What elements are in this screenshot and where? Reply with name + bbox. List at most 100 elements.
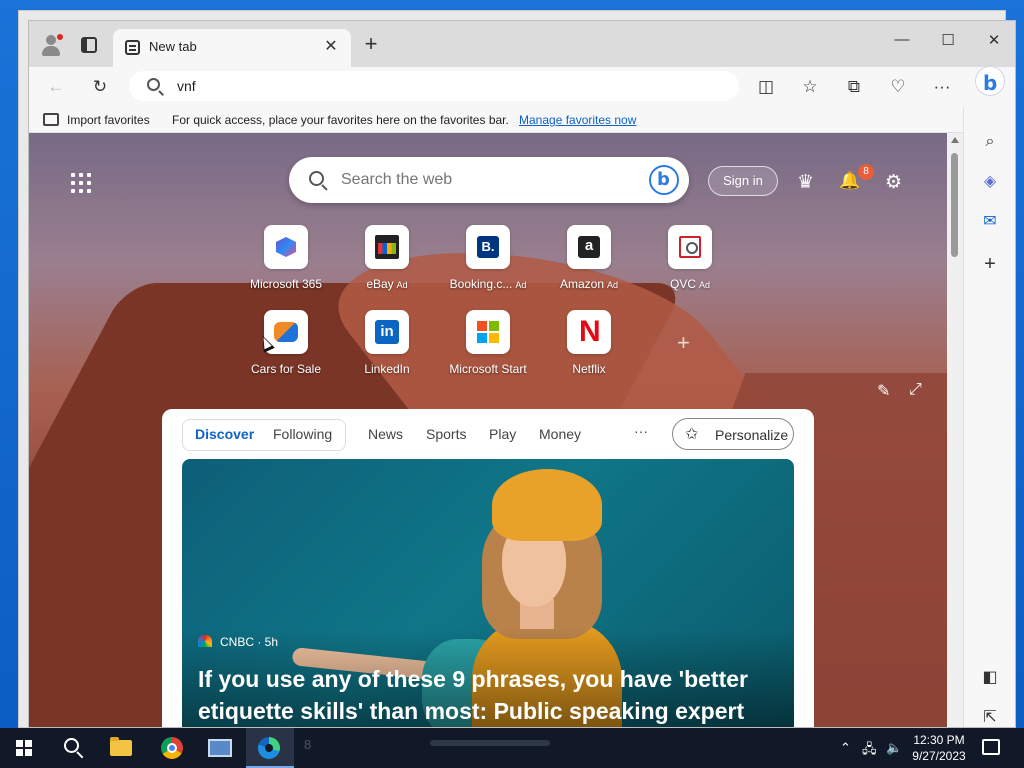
- tab-news[interactable]: News: [368, 426, 403, 442]
- profile-button[interactable]: [39, 33, 63, 57]
- bing-chat-icon[interactable]: b: [975, 66, 1005, 96]
- quick-link-ebay[interactable]: eBay Ad: [337, 225, 437, 291]
- favorites-icon[interactable]: ☆: [797, 74, 823, 100]
- search-icon: [64, 738, 79, 753]
- tab-following[interactable]: Following: [273, 426, 332, 442]
- taskbar-search-button[interactable]: [48, 728, 96, 768]
- tab-play[interactable]: Play: [489, 426, 516, 442]
- refresh-icon[interactable]: ↻: [87, 74, 113, 100]
- collections-icon[interactable]: ⧉: [841, 74, 867, 100]
- network-icon[interactable]: 🖧: [862, 740, 877, 762]
- qvc-icon: [679, 236, 701, 258]
- quick-link-linkedin[interactable]: in LinkedIn: [337, 310, 437, 376]
- ad-badge: Ad: [396, 280, 408, 290]
- new-tab-button[interactable]: +: [359, 31, 383, 57]
- remote-desktop-button[interactable]: [196, 728, 244, 768]
- article-source-text: CNBC · 5h: [220, 635, 279, 649]
- personalize-button[interactable]: ✩ Personalize: [672, 418, 794, 450]
- tray-chevron-icon[interactable]: ⌃: [840, 740, 851, 756]
- microsoft-start-icon: [477, 321, 499, 343]
- quick-link-microsoft-start[interactable]: Microsoft Start: [438, 310, 538, 376]
- quick-link-tile: [365, 225, 409, 269]
- quick-link-label: eBay Ad: [337, 277, 437, 291]
- quick-link-tile: in: [365, 310, 409, 354]
- quick-link-label: LinkedIn: [337, 362, 437, 376]
- add-site-icon[interactable]: +: [677, 330, 690, 356]
- expand-icon[interactable]: ⤢: [909, 381, 922, 399]
- microsoft-365-icon: [276, 237, 296, 257]
- close-button[interactable]: ✕: [981, 31, 1007, 49]
- notification-center-icon[interactable]: [982, 739, 1000, 755]
- bell-icon[interactable]: 🔔: [839, 171, 860, 191]
- tab-discover[interactable]: Discover: [195, 426, 254, 442]
- page-scrollbar[interactable]: [947, 133, 963, 727]
- search-icon[interactable]: ⌕: [979, 131, 1001, 153]
- taskbar-clock[interactable]: 12:30 PM 9/27/2023: [906, 732, 972, 764]
- edit-background-icon[interactable]: ✎: [877, 381, 890, 401]
- quick-link-name: eBay: [366, 277, 394, 291]
- quick-link-amazon[interactable]: a Amazon Ad: [539, 225, 639, 291]
- file-explorer-button[interactable]: [98, 728, 146, 768]
- quick-link-tile: [264, 225, 308, 269]
- scroll-thumb[interactable]: [951, 153, 958, 257]
- feed-more-icon[interactable]: ···: [634, 423, 648, 439]
- web-search-box[interactable]: b: [289, 157, 689, 203]
- quick-link-tile: N: [567, 310, 611, 354]
- web-search-input[interactable]: [341, 171, 621, 189]
- address-bar[interactable]: vnf: [129, 71, 739, 101]
- tab-actions-button[interactable]: [81, 37, 97, 53]
- gear-icon[interactable]: ⚙: [885, 171, 902, 194]
- open-external-icon[interactable]: ⇱: [979, 707, 1001, 727]
- scroll-up-icon[interactable]: [951, 137, 959, 143]
- search-icon: [147, 78, 160, 91]
- tab-close-button[interactable]: ✕: [321, 36, 341, 56]
- add-sidebar-app-icon[interactable]: +: [979, 253, 1001, 275]
- quick-link-tile: [668, 225, 712, 269]
- import-favorites-button[interactable]: Import favorites: [67, 113, 150, 127]
- profile-alert-dot: [57, 34, 63, 40]
- quick-link-netflix[interactable]: N Netflix: [539, 310, 639, 376]
- quick-link-name: QVC: [669, 277, 696, 291]
- minimize-button[interactable]: —: [889, 31, 915, 48]
- sign-in-button[interactable]: Sign in: [708, 166, 778, 196]
- manage-favorites-link[interactable]: Manage favorites now: [519, 113, 636, 127]
- copilot-icon[interactable]: ◈: [979, 171, 1001, 193]
- quick-link-cars-for-sale[interactable]: Cars for Sale: [236, 310, 336, 376]
- back-icon[interactable]: ←: [43, 74, 69, 100]
- tab-sports[interactable]: Sports: [426, 426, 466, 442]
- quick-link-name: Booking.c...: [449, 277, 513, 291]
- edge-button[interactable]: [246, 728, 294, 768]
- personalize-label: Personalize: [715, 427, 789, 443]
- split-screen-icon[interactable]: ◫: [753, 74, 779, 100]
- ad-badge: Ad: [607, 280, 619, 290]
- tab-new-tab[interactable]: New tab ✕: [113, 29, 351, 67]
- chrome-button[interactable]: [148, 728, 196, 768]
- quick-link-label: Microsoft 365: [236, 277, 336, 291]
- quick-link-qvc[interactable]: QVC Ad: [640, 225, 740, 291]
- maximize-button[interactable]: ☐: [935, 31, 961, 49]
- app-launcher-icon[interactable]: [71, 173, 91, 193]
- quick-link-booking[interactable]: B. Booking.c... Ad: [438, 225, 538, 291]
- ad-badge: Ad: [699, 280, 711, 290]
- volume-icon[interactable]: 🔈: [886, 740, 902, 756]
- quick-link-microsoft-365[interactable]: Microsoft 365: [236, 225, 336, 291]
- rewards-icon[interactable]: ♛: [797, 171, 814, 194]
- start-button[interactable]: [0, 728, 48, 768]
- article-title[interactable]: If you use any of these 9 phrases, you h…: [198, 663, 788, 727]
- hide-sidebar-icon[interactable]: ◧: [979, 667, 1001, 689]
- hero-article-card[interactable]: CNBC · 5h If you use any of these 9 phra…: [182, 459, 794, 727]
- ebay-icon: [375, 235, 399, 259]
- quick-link-name: LinkedIn: [364, 362, 410, 376]
- new-tab-page: b Sign in ♛ 🔔 8 ⚙ Microsoft 365 eBayAd B…: [29, 133, 947, 727]
- bing-chat-icon[interactable]: b: [649, 165, 679, 195]
- quick-link-tile: B.: [466, 225, 510, 269]
- hero-image-hat: [492, 469, 602, 541]
- browser-essentials-icon[interactable]: ♡: [885, 74, 911, 100]
- quick-link-name: Microsoft 365: [249, 277, 323, 291]
- booking-icon: B.: [477, 236, 499, 258]
- outlook-icon[interactable]: ✉: [979, 211, 1001, 233]
- tab-money[interactable]: Money: [539, 426, 581, 442]
- article-source: CNBC · 5h: [198, 635, 278, 649]
- toolbar: ← ↻ vnf ◫ ☆ ⧉ ♡ ···: [29, 67, 1015, 107]
- more-icon[interactable]: ···: [929, 74, 955, 100]
